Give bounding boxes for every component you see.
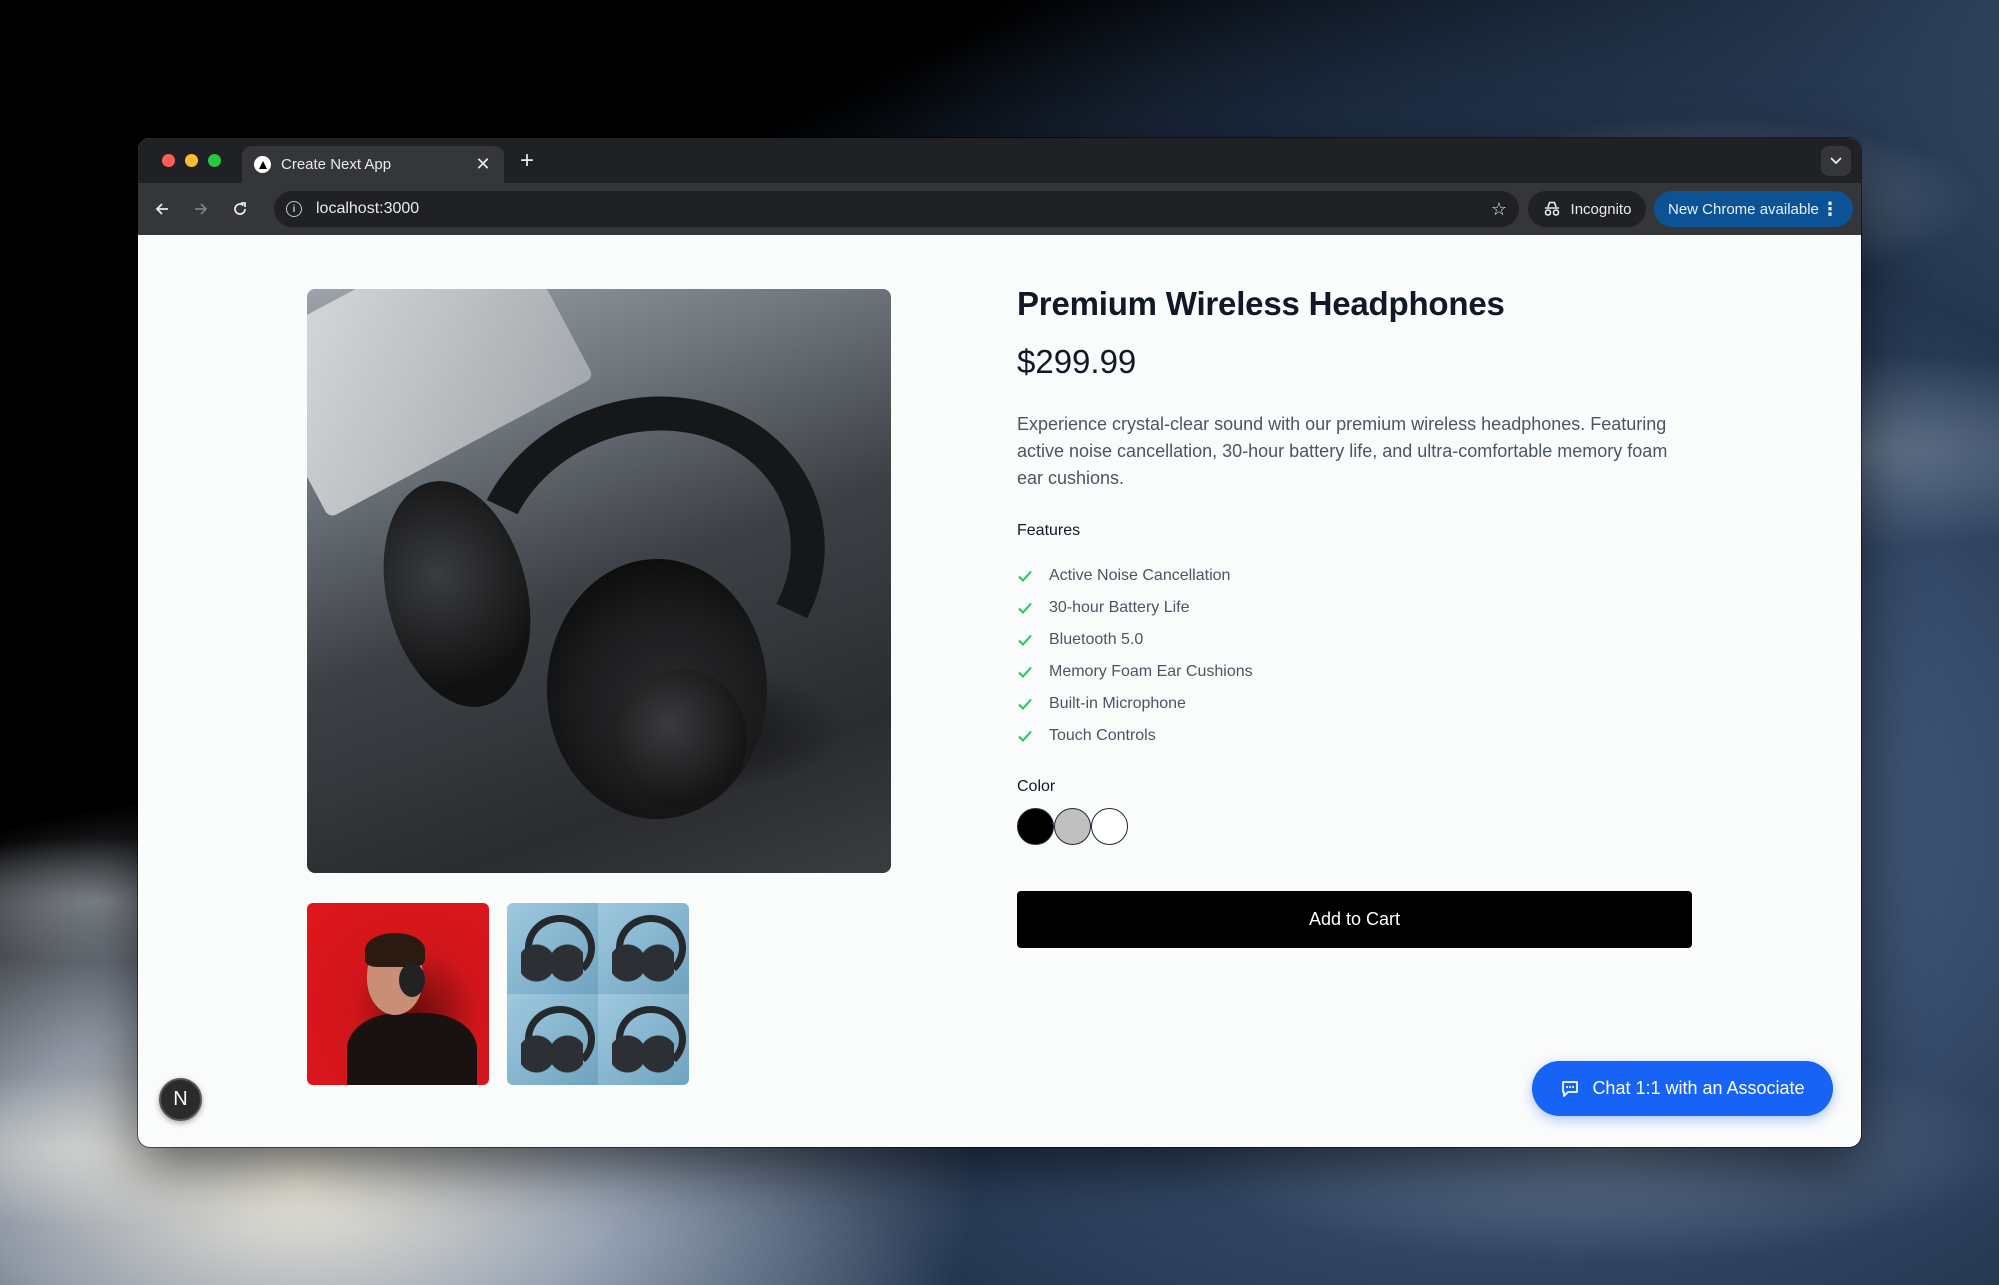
chat-label: Chat 1:1 with an Associate — [1592, 1078, 1805, 1098]
features-list: Active Noise Cancellation 30-hour Batter… — [1017, 560, 1693, 752]
main-product-image — [307, 289, 891, 873]
check-icon — [1018, 570, 1032, 582]
new-tab-button[interactable]: + — [520, 147, 534, 175]
feature-label: 30-hour Battery Life — [1049, 599, 1190, 616]
product-details: Premium Wireless Headphones $299.99 Expe… — [1017, 285, 1693, 948]
feature-item: Bluetooth 5.0 — [1017, 624, 1693, 656]
check-icon — [1018, 666, 1032, 678]
feature-label: Memory Foam Ear Cushions — [1049, 663, 1253, 680]
product-price: $299.99 — [1017, 343, 1137, 380]
feature-label: Touch Controls — [1049, 727, 1156, 744]
update-label: New Chrome available — [1668, 200, 1819, 218]
arrow-right-icon — [195, 203, 208, 215]
check-icon — [1018, 634, 1032, 646]
color-swatch-white[interactable] — [1091, 808, 1128, 845]
feature-item: 30-hour Battery Life — [1017, 592, 1693, 624]
address-bar[interactable]: i localhost:3000 ☆ — [274, 191, 1519, 227]
arrow-left-icon — [155, 203, 168, 215]
tab-strip: Create Next App ✕ + — [138, 138, 1861, 183]
more-menu-icon[interactable]: ⋮ — [1821, 199, 1839, 220]
color-swatch-black[interactable] — [1017, 808, 1054, 845]
features-heading: Features — [1017, 522, 1081, 539]
chrome-update-button[interactable]: New Chrome available ⋮ — [1654, 191, 1853, 227]
incognito-indicator[interactable]: Incognito — [1528, 191, 1646, 227]
browser-window: Create Next App ✕ + i localhost:3000 ☆ I… — [138, 138, 1861, 1147]
back-button[interactable] — [147, 194, 177, 224]
thumb-grid-cell — [598, 994, 689, 1085]
feature-label: Active Noise Cancellation — [1049, 567, 1231, 584]
thumb-person-hair — [365, 933, 425, 967]
product-thumbnail-model[interactable] — [307, 903, 489, 1085]
headphone-cup-plate-shape — [617, 669, 747, 809]
feature-item: Active Noise Cancellation — [1017, 560, 1693, 592]
tab-title: Create Next App — [281, 156, 392, 173]
reload-button[interactable] — [225, 194, 255, 224]
color-swatch-silver[interactable] — [1054, 808, 1091, 845]
nextjs-dev-indicator[interactable]: N — [159, 1078, 202, 1121]
nextjs-favicon-icon — [254, 156, 271, 173]
thumb-grid-cell — [598, 903, 689, 994]
maximize-window-button[interactable] — [208, 154, 221, 167]
bookmark-star-icon[interactable]: ☆ — [1491, 199, 1507, 220]
add-to-cart-button[interactable]: Add to Cart — [1017, 891, 1692, 948]
browser-tab[interactable]: Create Next App ✕ — [242, 146, 504, 183]
check-icon — [1018, 698, 1032, 710]
chat-associate-button[interactable]: Chat 1:1 with an Associate — [1532, 1061, 1833, 1116]
feature-label: Bluetooth 5.0 — [1049, 631, 1144, 648]
close-tab-icon[interactable]: ✕ — [474, 154, 492, 175]
color-heading: Color — [1017, 778, 1056, 795]
forward-button[interactable] — [186, 194, 216, 224]
product-thumbnail-grid[interactable] — [507, 903, 689, 1085]
feature-label: Built-in Microphone — [1049, 695, 1186, 712]
feature-item: Touch Controls — [1017, 720, 1693, 752]
product-title: Premium Wireless Headphones — [1017, 285, 1505, 322]
color-swatches — [1017, 808, 1693, 845]
feature-item: Memory Foam Ear Cushions — [1017, 656, 1693, 688]
check-icon — [1018, 602, 1032, 614]
thumb-grid-cell — [507, 903, 598, 994]
site-info-icon[interactable]: i — [286, 201, 302, 217]
close-window-button[interactable] — [162, 154, 175, 167]
url-text: localhost:3000 — [316, 200, 420, 217]
product-description: Experience crystal-clear sound with our … — [1017, 414, 1668, 488]
incognito-icon — [1544, 201, 1559, 216]
chevron-down-icon — [1830, 157, 1842, 165]
thumb-person-headphone — [399, 963, 425, 997]
check-icon — [1018, 730, 1032, 742]
browser-toolbar: i localhost:3000 ☆ Incognito New Chrome … — [138, 183, 1861, 235]
thumb-grid-cell — [507, 994, 598, 1085]
thumb-person-body — [347, 1013, 477, 1085]
chat-bubble-icon — [1562, 1080, 1579, 1097]
incognito-label: Incognito — [1570, 200, 1632, 218]
tab-search-button[interactable] — [1821, 146, 1851, 176]
minimize-window-button[interactable] — [185, 154, 198, 167]
product-page: Premium Wireless Headphones $299.99 Expe… — [138, 235, 1861, 1147]
reload-icon — [234, 202, 246, 215]
feature-item: Built-in Microphone — [1017, 688, 1693, 720]
window-controls — [162, 154, 221, 167]
